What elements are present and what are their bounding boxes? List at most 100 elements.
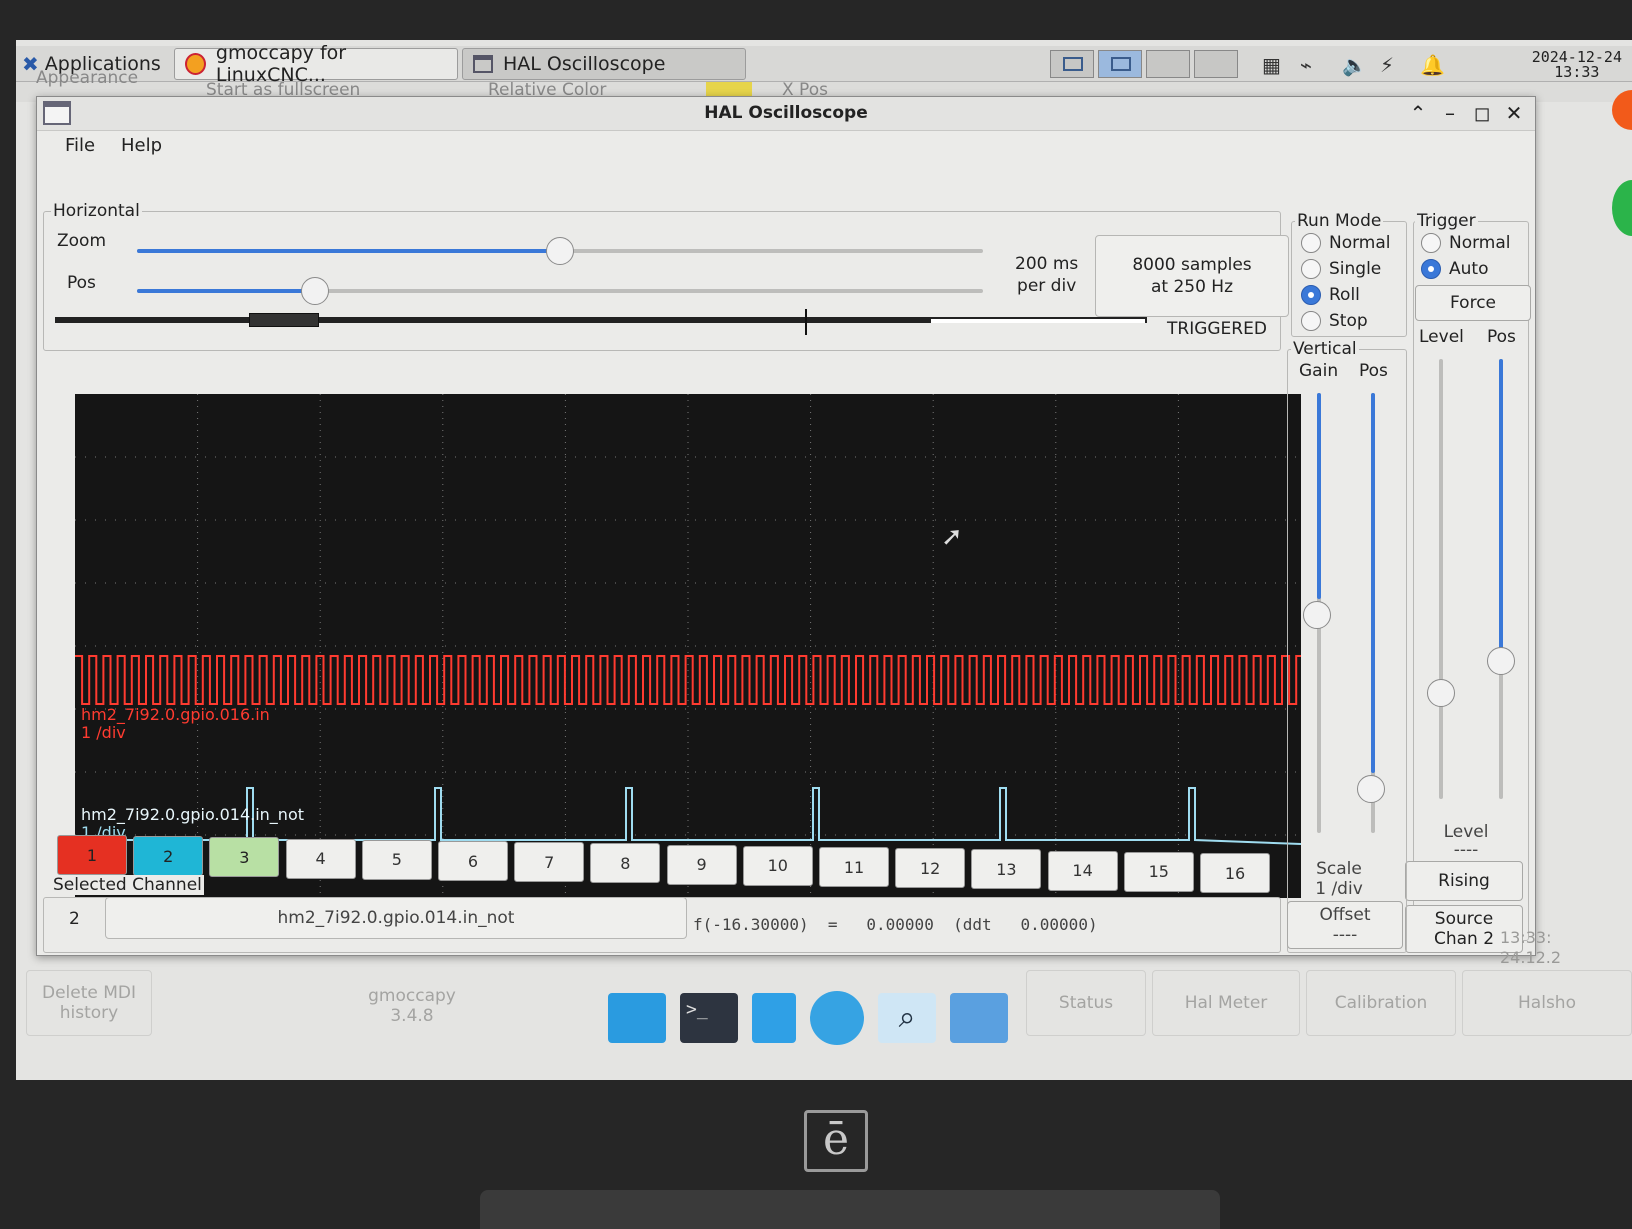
panel-clock[interactable]: 2024-12-24 13:33 xyxy=(1532,50,1622,80)
workspace-window-icon xyxy=(1063,57,1083,71)
workspace-4[interactable] xyxy=(1194,50,1238,78)
notification-bell-icon[interactable]: 🔔 xyxy=(1420,52,1445,78)
machine-power-icon[interactable] xyxy=(1612,180,1632,236)
title-bar[interactable]: HAL Oscilloscope ⌃ – ◻ ✕ xyxy=(37,97,1535,131)
samples-readout[interactable]: 8000 samples at 250 Hz xyxy=(1095,235,1289,317)
run-mode-label: Stop xyxy=(1329,311,1368,331)
halscope-window: HAL Oscilloscope ⌃ – ◻ ✕ File Help Horiz… xyxy=(36,96,1536,956)
status-button[interactable]: Status xyxy=(1026,970,1146,1036)
channel-button-4[interactable]: 4 xyxy=(285,838,356,879)
pos-slider-fill xyxy=(137,289,315,293)
channel-button-10[interactable]: 10 xyxy=(742,845,813,886)
minimize-icon[interactable]: – xyxy=(1437,101,1463,125)
workspace-3[interactable] xyxy=(1146,50,1190,78)
channel-button-7[interactable]: 7 xyxy=(514,842,585,883)
vertical-offset-label: Offset xyxy=(1319,905,1371,925)
trigger-pos-label: Pos xyxy=(1487,327,1516,347)
maximize-icon[interactable]: ◻ xyxy=(1469,101,1495,125)
trigger-edge-button[interactable]: Rising xyxy=(1405,861,1523,901)
run-mode-normal[interactable]: Normal xyxy=(1301,233,1391,253)
vertical-pos-fill xyxy=(1371,393,1375,773)
channel-button-13[interactable]: 13 xyxy=(971,849,1042,890)
channel-button-6[interactable]: 6 xyxy=(438,841,508,881)
selected-channel-label: Selected Channel xyxy=(51,875,204,895)
halshow-button[interactable]: Halsho xyxy=(1462,970,1632,1036)
channel-button-11[interactable]: 11 xyxy=(819,847,889,887)
force-button[interactable]: Force xyxy=(1415,285,1531,321)
trace1-name: hm2_7i92.0.gpio.016.in xyxy=(81,705,270,724)
channel-button-8[interactable]: 8 xyxy=(590,843,661,884)
trigger-level-knob[interactable] xyxy=(1427,679,1455,707)
channel-button-9[interactable]: 9 xyxy=(666,844,737,885)
trigger-level-slider[interactable] xyxy=(1439,359,1443,799)
channel-button-5[interactable]: 5 xyxy=(361,839,432,880)
delete-mdi-history-button[interactable]: Delete MDI history xyxy=(26,970,152,1036)
web-browser-icon[interactable] xyxy=(810,991,864,1045)
mouse-cursor-icon: ➚ xyxy=(941,522,963,552)
workspace-window-icon xyxy=(1111,57,1131,71)
trigger-source-label: Source xyxy=(1434,909,1494,929)
search-icon[interactable]: ⌕ xyxy=(878,993,936,1043)
screen: ✖ Applications gmoccapy for LinuxCNC... … xyxy=(16,40,1632,1080)
trace1-label: hm2_7i92.0.gpio.016.in 1 /div xyxy=(81,706,270,742)
gmoccapy-app-icon xyxy=(185,53,206,75)
vertical-gain-knob[interactable] xyxy=(1303,601,1331,629)
selected-signal-button[interactable]: hm2_7i92.0.gpio.014.in_not xyxy=(105,897,687,939)
gmoccapy-version: gmoccapy 3.4.8 xyxy=(368,986,456,1026)
trigger-source-value: Chan 2 xyxy=(1433,929,1495,949)
show-desktop-icon[interactable] xyxy=(608,993,666,1043)
zoom-slider-knob[interactable] xyxy=(546,237,574,265)
channel-button-12[interactable]: 12 xyxy=(895,848,966,889)
volume-icon[interactable]: 🔈 xyxy=(1342,52,1367,78)
trigger-pos-knob[interactable] xyxy=(1487,647,1515,675)
channel-button-2[interactable]: 2 xyxy=(133,836,204,877)
run-mode-stop[interactable]: Stop xyxy=(1301,311,1368,331)
radio-indicator xyxy=(1421,259,1441,279)
workspace-1[interactable] xyxy=(1050,50,1094,78)
channel-button-16[interactable]: 16 xyxy=(1200,853,1270,893)
task-halscope-label: HAL Oscilloscope xyxy=(503,53,666,75)
zoom-label: Zoom xyxy=(57,231,107,251)
workspace-2[interactable] xyxy=(1098,50,1142,78)
task-gmoccapy[interactable]: gmoccapy for LinuxCNC... xyxy=(174,42,458,86)
shade-icon[interactable]: ⌃ xyxy=(1405,101,1431,125)
close-icon[interactable]: ✕ xyxy=(1501,101,1527,125)
radio-indicator xyxy=(1301,233,1321,253)
run-mode-single[interactable]: Single xyxy=(1301,259,1381,279)
vertical-scale-value: 1 /div xyxy=(1315,879,1363,899)
trigger-mode-label: Normal xyxy=(1449,233,1511,253)
folder-icon[interactable] xyxy=(950,993,1008,1043)
hal-meter-button[interactable]: Hal Meter xyxy=(1152,970,1300,1036)
channel-button-15[interactable]: 15 xyxy=(1123,851,1194,892)
channel-button-3[interactable]: 3 xyxy=(209,837,280,878)
menu-help[interactable]: Help xyxy=(121,135,162,156)
bg-side-date: 24.12.2 xyxy=(1500,948,1562,967)
file-manager-icon[interactable] xyxy=(752,993,796,1043)
run-mode-roll[interactable]: Roll xyxy=(1301,285,1360,305)
calibration-button[interactable]: Calibration xyxy=(1306,970,1456,1036)
vertical-pos-knob[interactable] xyxy=(1357,775,1385,803)
menu-bar: File Help xyxy=(37,131,1535,161)
trigger-level-caption: Level xyxy=(1443,822,1489,842)
trigger-mode-auto[interactable]: Auto xyxy=(1421,259,1488,279)
view-window-marker[interactable] xyxy=(249,313,319,327)
menu-file[interactable]: File xyxy=(65,135,95,156)
network-icon[interactable]: ⌁ xyxy=(1300,52,1312,78)
channel-button-1[interactable]: 1 xyxy=(57,835,127,875)
trace2-name: hm2_7i92.0.gpio.014.in_not xyxy=(81,805,305,824)
pos-slider-knob[interactable] xyxy=(300,277,329,305)
channel-button-14[interactable]: 14 xyxy=(1047,850,1118,891)
acquisition-bar-unfilled xyxy=(931,319,1145,323)
task-halscope[interactable]: HAL Oscilloscope xyxy=(462,48,746,80)
trigger-level-label: Level xyxy=(1419,327,1464,347)
trigger-mode-normal[interactable]: Normal xyxy=(1421,233,1511,253)
selected-channel-number: 2 xyxy=(69,909,80,929)
scope-display[interactable]: hm2_7i92.0.gpio.016.in 1 /div hm2_7i92.0… xyxy=(75,394,1302,898)
power-icon[interactable]: ⚡ xyxy=(1380,52,1394,78)
vertical-offset-button[interactable]: Offset ---- xyxy=(1287,901,1403,949)
horizontal-frame-label: Horizontal xyxy=(51,201,142,221)
rate-line-1: 200 ms xyxy=(1015,254,1079,274)
workspace-grid-icon[interactable]: ▦ xyxy=(1262,52,1281,78)
terminal-icon[interactable]: >_ xyxy=(680,993,738,1043)
trigger-label: Trigger xyxy=(1415,211,1478,231)
